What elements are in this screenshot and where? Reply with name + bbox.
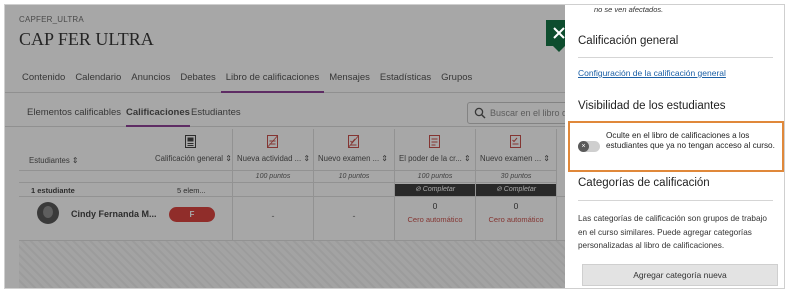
settings-panel: no se ven afectados. Calificación genera… [565, 5, 784, 288]
top-note: no se ven afectados. [594, 5, 664, 14]
app-frame: CAPFER_ULTRA CAP FER ULTRA Contenido Cal… [4, 4, 785, 289]
divider [578, 200, 773, 201]
modal-overlay[interactable] [5, 5, 565, 288]
general-grade-settings-link[interactable]: Configuración de la calificación general [578, 68, 726, 78]
visibility-text: Oculte en el libro de calificaciones a l… [606, 131, 775, 150]
visibility-title: Visibilidad de los estudiantes [578, 100, 726, 112]
toggle-off-icon: × [578, 141, 589, 152]
divider [578, 57, 773, 58]
add-category-button[interactable]: Agregar categoría nueva [582, 264, 778, 286]
close-button-notch [553, 46, 565, 52]
categories-title: Categorías de calificación [578, 177, 710, 189]
general-grade-title: Calificación general [578, 35, 679, 47]
visibility-highlight: × Oculte en el libro de calificaciones a… [568, 121, 784, 172]
close-icon [553, 27, 565, 39]
visibility-toggle[interactable]: × [578, 141, 600, 152]
categories-description: Las categorías de calificación son grupo… [578, 214, 767, 250]
